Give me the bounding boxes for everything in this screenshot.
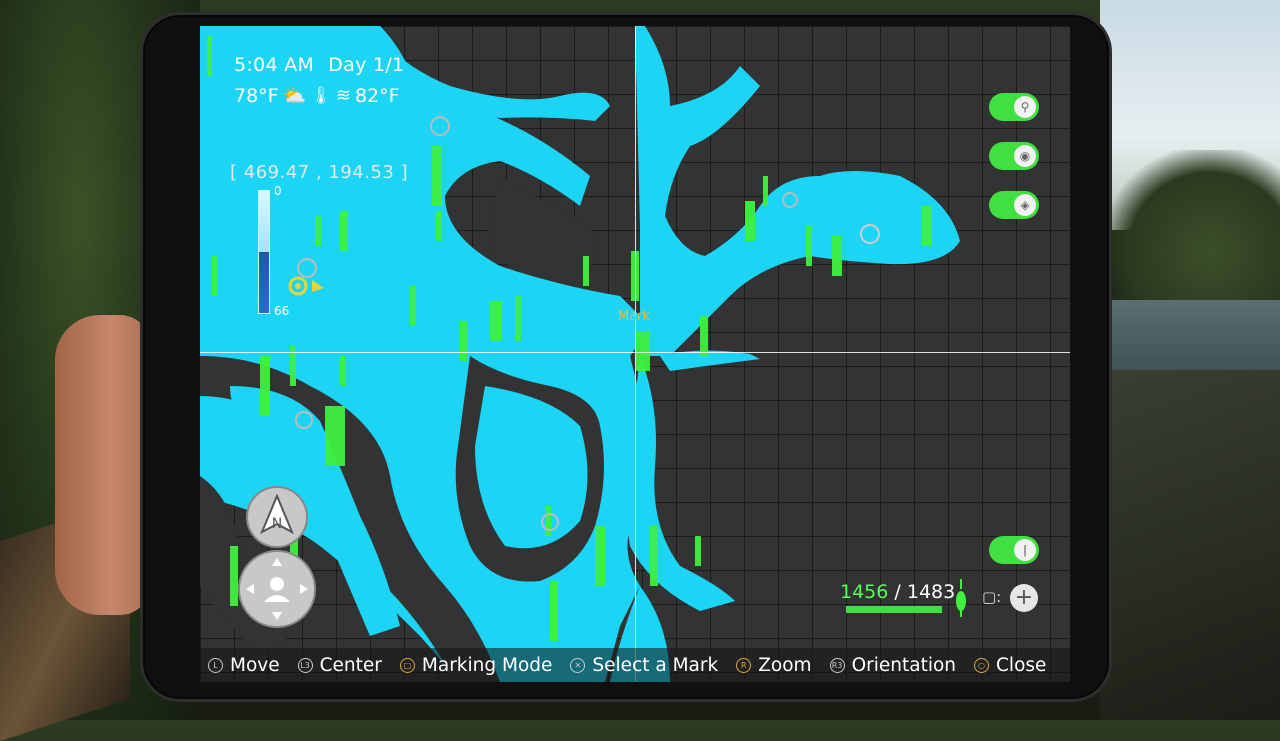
footer-select-label: Select a Mark [592,654,719,676]
day-label: Day 1/1 [328,54,405,76]
crosshair-vertical [635,26,636,682]
fish-count-bar [846,606,942,613]
player-marker-toggle[interactable]: ⚲ [989,93,1039,121]
map-screen[interactable]: 5:04 AM Day 1/1 78°F ⛅ 🌡 ≋ 82°F [ 469.47 … [200,26,1070,682]
fish-count-separator: / [894,581,901,603]
water-waves-icon: ≋ [335,85,351,106]
time-display: 5:04 AM Day 1/1 [234,54,418,76]
add-icon[interactable]: + [1010,584,1038,612]
fish-count-total: 1483 [906,581,956,603]
controls-footer: L Move L3 Center □ Marking Mode ✕ Select a M… [200,648,1070,682]
rock-shore-background [1100,370,1280,720]
spot-toggle[interactable]: ◈ [989,191,1039,219]
thermometer-icon: 🌡 [310,85,332,106]
fishing-lure-icon [956,579,966,617]
fish-counter: 1456 / 1483 [840,581,955,603]
footer-marking-label: Marking Mode [421,654,553,676]
trees-background [1105,150,1280,320]
map-coordinates: [ 469.47 , 194.53 ] [230,162,409,183]
square-button-icon: ▢: [982,588,1002,606]
fish-count-current: 1456 [840,581,889,603]
dpad-move-icon[interactable] [238,550,316,628]
waypoint-toggle[interactable]: ◉ [989,142,1039,170]
svg-text:N: N [272,516,282,532]
footer-center-label: Center [319,654,382,676]
left-stick-icon: L [208,657,223,673]
footer-close[interactable]: ○ Close [974,655,1046,676]
footer-marking-mode[interactable]: □ Marking Mode [399,654,553,676]
l3-button-icon: L3 [297,657,313,673]
r3-button-icon: R3 [829,657,845,673]
right-stick-icon: R [736,657,752,673]
time-label: 5:04 AM [234,54,315,76]
footer-center[interactable]: L3 Center [297,654,382,676]
footer-zoom[interactable]: R Zoom [736,654,812,676]
weather-display: 78°F ⛅ 🌡 ≋ 82°F [234,84,400,108]
water-temp: 82°F [354,84,400,107]
bobber-icon: ǀ [1014,539,1036,561]
footer-orientation[interactable]: R3 Orientation [829,654,957,676]
footer-move-label: Move [230,654,280,676]
depth-scale-bar [258,190,270,314]
depth-min-label: 0 [274,184,282,198]
north-compass-icon[interactable]: N [246,486,308,548]
circle-button-icon: ○ [974,657,990,673]
lure-toggle[interactable]: ǀ [989,536,1039,564]
square-button-icon: □ [399,657,415,673]
footer-zoom-label: Zoom [758,654,812,676]
air-temp: 78°F [234,84,279,107]
footer-close-label: Close [996,654,1047,676]
cursor-mark-label: Mark [618,309,651,324]
footer-move[interactable]: L Move [208,655,280,676]
person-marker-icon: ⚲ [1014,96,1036,118]
location-pin-icon: ◉ [1014,145,1036,167]
partly-cloudy-icon: ⛅ [282,85,307,107]
footer-select-mark[interactable]: ✕ Select a Mark [570,655,718,676]
diamond-icon: ◈ [1014,194,1036,216]
footer-orientation-label: Orientation [851,654,957,676]
depth-max-label: 66 [274,304,290,318]
player-hand [55,315,150,615]
cross-button-icon: ✕ [570,657,586,673]
